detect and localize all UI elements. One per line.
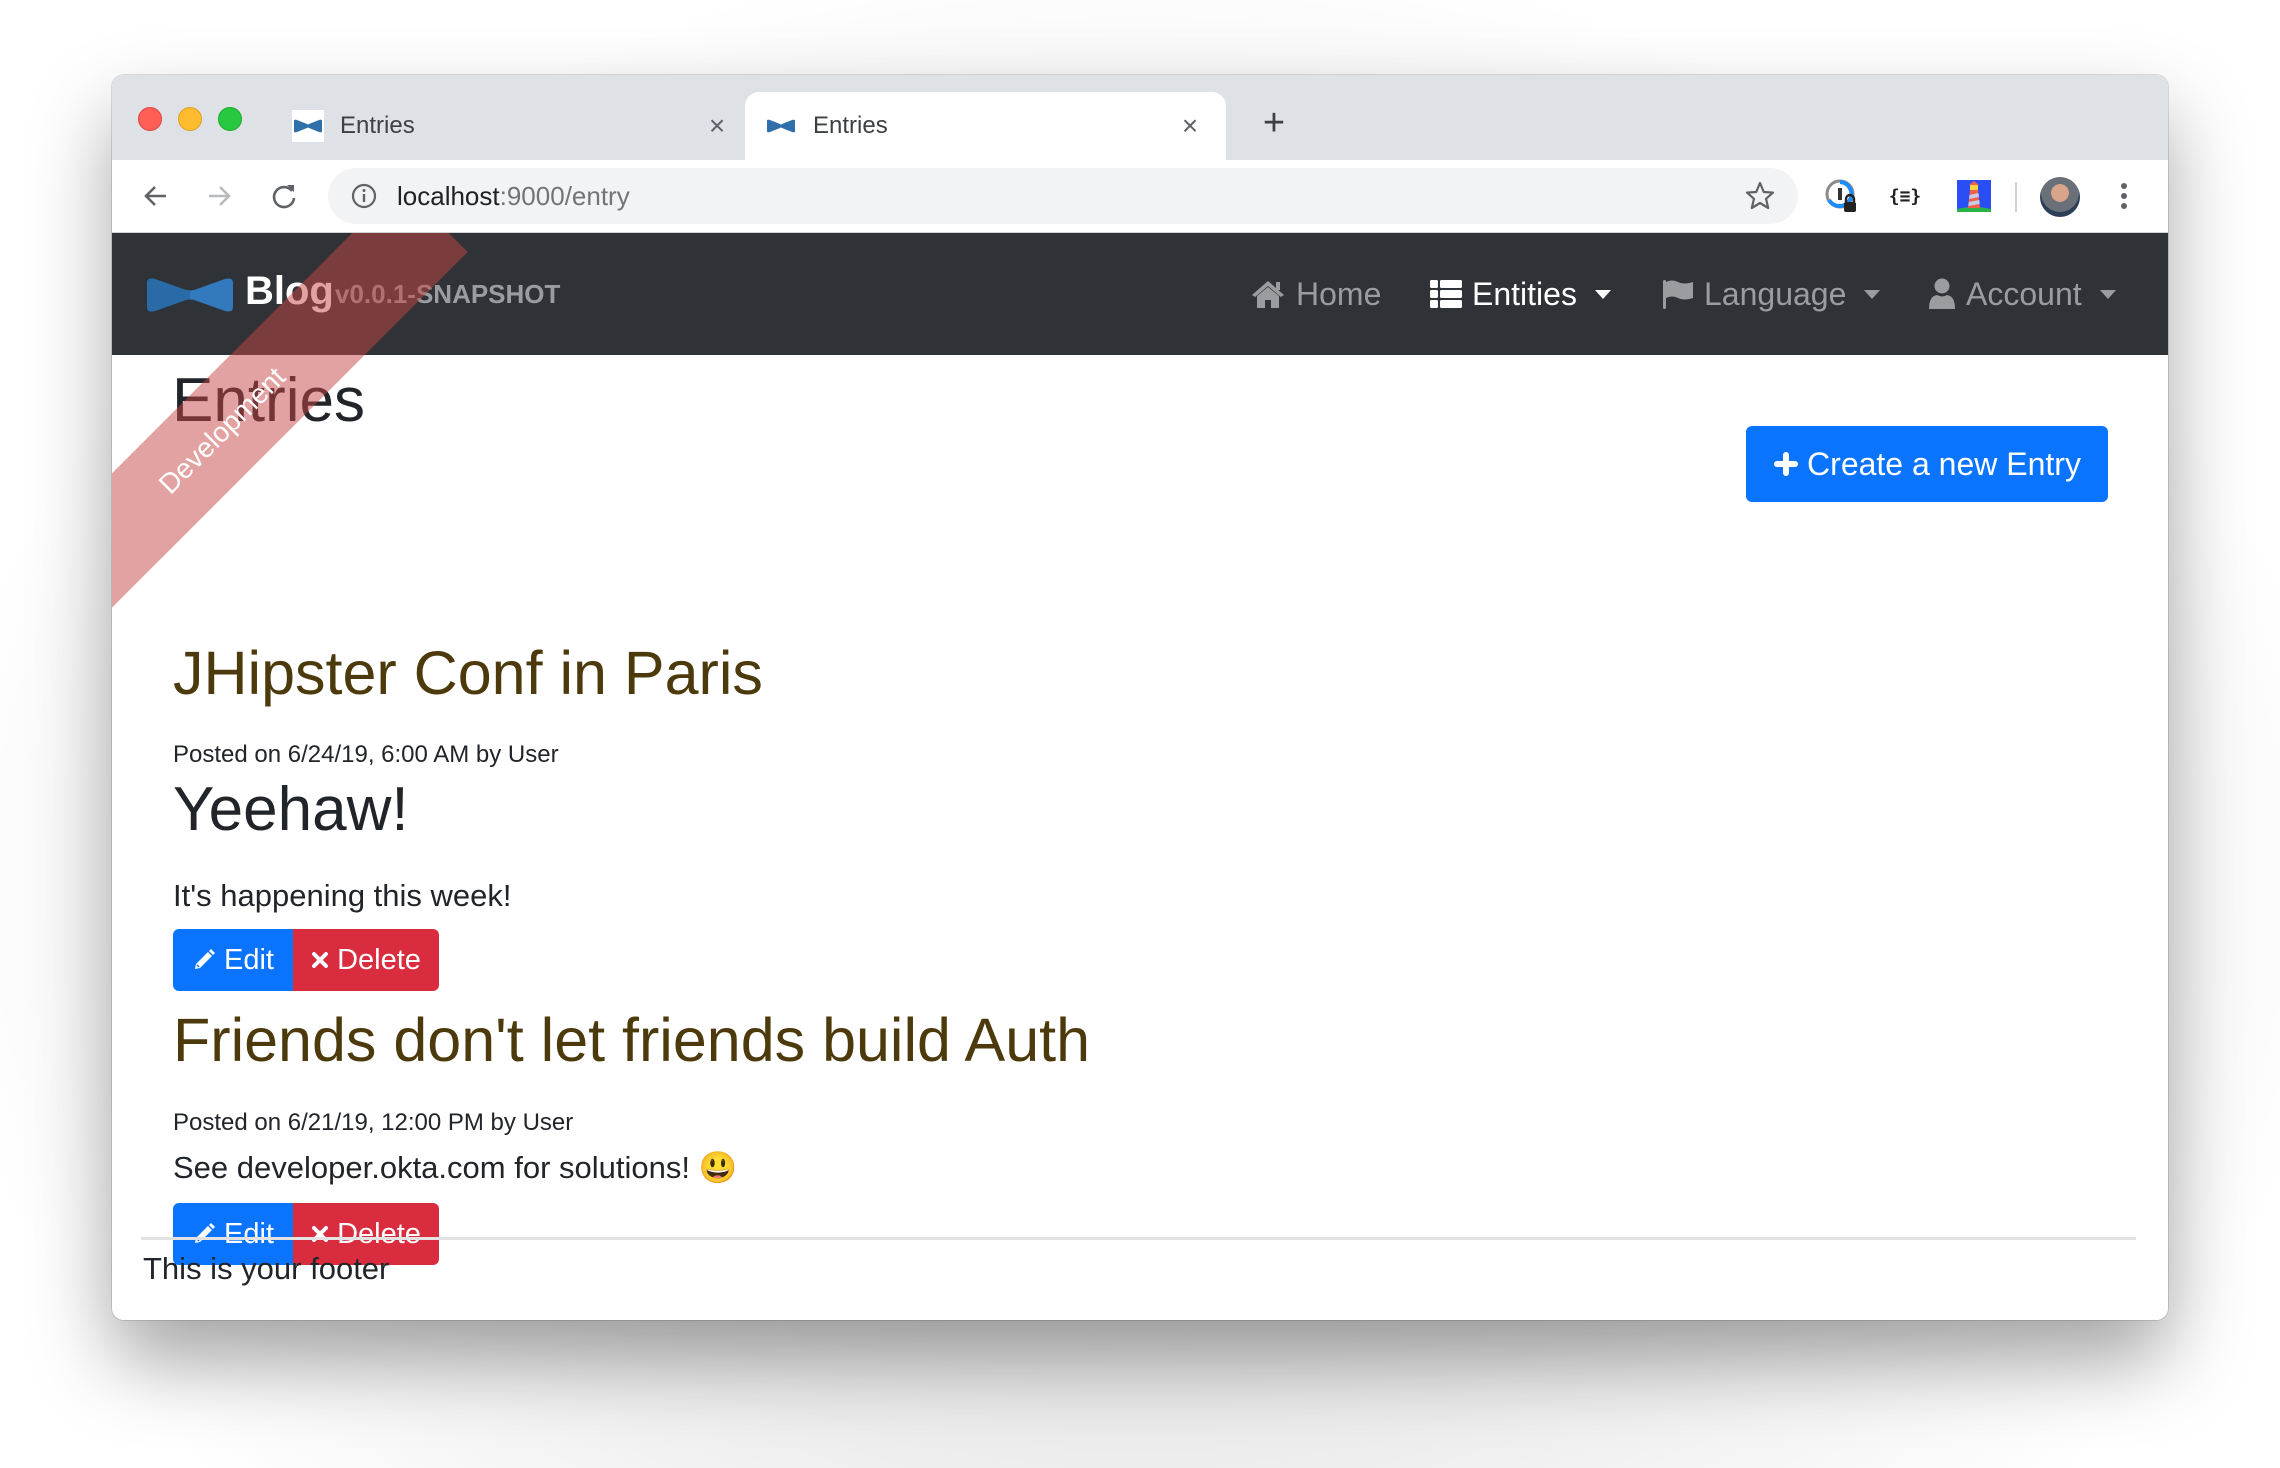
entry-body-wrap: It's happening this week! (173, 878, 512, 914)
navbar: Blog v0.0.1-SNAPSHOT Home Entities Langu… (112, 233, 2168, 355)
tab-close-icon[interactable]: × (703, 112, 731, 140)
jhipster-logo-icon[interactable] (145, 275, 235, 320)
pencil-icon (195, 949, 215, 969)
pencil-icon (195, 1223, 215, 1243)
toolbar-separator (2015, 182, 2017, 212)
nav-entities[interactable]: Entities (1430, 269, 1611, 319)
entry-subtitle: Yeehaw! (173, 775, 409, 844)
entry-meta-text: Posted on 6/24/19, 6:00 AM by User (173, 741, 559, 768)
profile-avatar[interactable] (2040, 177, 2080, 217)
create-entry-button[interactable]: Create a new Entry (1746, 426, 2108, 502)
delete-label: Delete (337, 943, 421, 976)
entry-subtitle-wrap: Yeehaw! (173, 774, 409, 845)
entry-title[interactable]: Friends don't let friends build Auth (173, 1005, 1090, 1075)
home-icon (1250, 279, 1286, 309)
info-icon[interactable] (350, 182, 378, 215)
plus-icon (1774, 452, 1799, 476)
jhipster-favicon-icon (765, 110, 797, 142)
tab-strip: Entries × Entries × + (112, 75, 2168, 160)
times-icon (312, 952, 329, 968)
footer-divider (141, 1237, 2136, 1240)
tab-title: Entries (813, 112, 888, 139)
edit-button[interactable]: Edit (173, 929, 293, 991)
new-tab-button[interactable]: + (1254, 103, 1294, 143)
edit-label: Edit (224, 943, 274, 976)
chevron-down-icon (1864, 289, 1881, 299)
web-page: Blog v0.0.1-SNAPSHOT Home Entities Langu… (112, 233, 2168, 1320)
chevron-down-icon (1594, 289, 1611, 299)
json-formatter-extension-icon[interactable]: {≡} (1885, 176, 1925, 216)
nav-account-label: Account (1966, 275, 2082, 312)
back-button[interactable] (134, 174, 178, 218)
nav-account[interactable]: Account (1928, 269, 2116, 319)
back-icon (144, 186, 166, 206)
url-host: localhost (397, 181, 500, 211)
user-icon (1928, 278, 1956, 310)
more-menu-icon (2121, 183, 2127, 209)
brand-version: v0.0.1-SNAPSHOT (335, 279, 561, 309)
entry-actions: Edit Delete (173, 929, 439, 991)
reload-icon (272, 185, 296, 209)
tab-close-icon[interactable]: × (1176, 112, 1204, 140)
forward-icon (209, 186, 231, 206)
url-path: :9000/entry (499, 181, 630, 211)
close-window-button[interactable] (138, 107, 162, 131)
browser-toolbar: localhost:9000/entry {≡} (112, 160, 2168, 233)
entry-item: Friends don't let friends build Auth (173, 1005, 1090, 1075)
browser-tab-2[interactable]: Entries × (745, 92, 1226, 160)
nav-home-label: Home (1296, 275, 1382, 312)
brand-title[interactable]: Blog (245, 269, 334, 314)
entry-body-wrap: See developer.okta.com for solutions! 😃 (173, 1149, 737, 1186)
more-menu-button[interactable] (2102, 174, 2146, 218)
entry-body: See developer.okta.com for solutions! 😃 (173, 1150, 738, 1185)
delete-button[interactable]: Delete (293, 929, 439, 991)
bookmark-star-icon[interactable] (1744, 180, 1776, 217)
entry-meta-text: Posted on 6/21/19, 12:00 PM by User (173, 1109, 574, 1136)
entry-title[interactable]: JHipster Conf in Paris (173, 638, 763, 708)
entry-meta: Posted on 6/24/19, 6:00 AM by User (173, 741, 559, 769)
list-icon (1430, 280, 1462, 308)
times-icon (312, 1226, 329, 1242)
minimize-window-button[interactable] (178, 107, 202, 131)
reload-button[interactable] (262, 174, 306, 218)
entry-meta: Posted on 6/21/19, 12:00 PM by User (173, 1109, 573, 1137)
tab-title: Entries (340, 112, 415, 139)
footer-text: This is your footer (143, 1251, 390, 1286)
edit-label: Edit (224, 1217, 274, 1250)
forward-button[interactable] (197, 174, 241, 218)
chevron-down-icon (2099, 289, 2116, 299)
create-entry-label: Create a new Entry (1807, 445, 2081, 482)
nav-language-label: Language (1704, 275, 1847, 312)
nav-entities-label: Entities (1472, 275, 1577, 312)
delete-label: Delete (337, 1217, 421, 1250)
jhipster-favicon-icon (292, 110, 324, 142)
address-bar[interactable]: localhost:9000/entry (328, 168, 1798, 224)
url-text[interactable]: localhost:9000/entry (397, 181, 630, 212)
entry-button-group: Edit Delete (173, 929, 439, 991)
page-title: Entries (172, 366, 365, 435)
lighthouse-extension-icon[interactable] (1954, 176, 1994, 216)
entry-body: It's happening this week! (173, 878, 512, 913)
maximize-window-button[interactable] (218, 107, 242, 131)
flag-icon (1662, 278, 1694, 310)
nav-language[interactable]: Language (1662, 269, 1881, 319)
browser-window: Entries × Entries × + localhost:9000/ent… (112, 75, 2168, 1320)
password-manager-extension-icon[interactable] (1822, 176, 1862, 216)
browser-tab-1[interactable]: Entries × (272, 92, 753, 160)
nav-home[interactable]: Home (1250, 269, 1381, 319)
entry-item: JHipster Conf in Paris (173, 638, 763, 708)
